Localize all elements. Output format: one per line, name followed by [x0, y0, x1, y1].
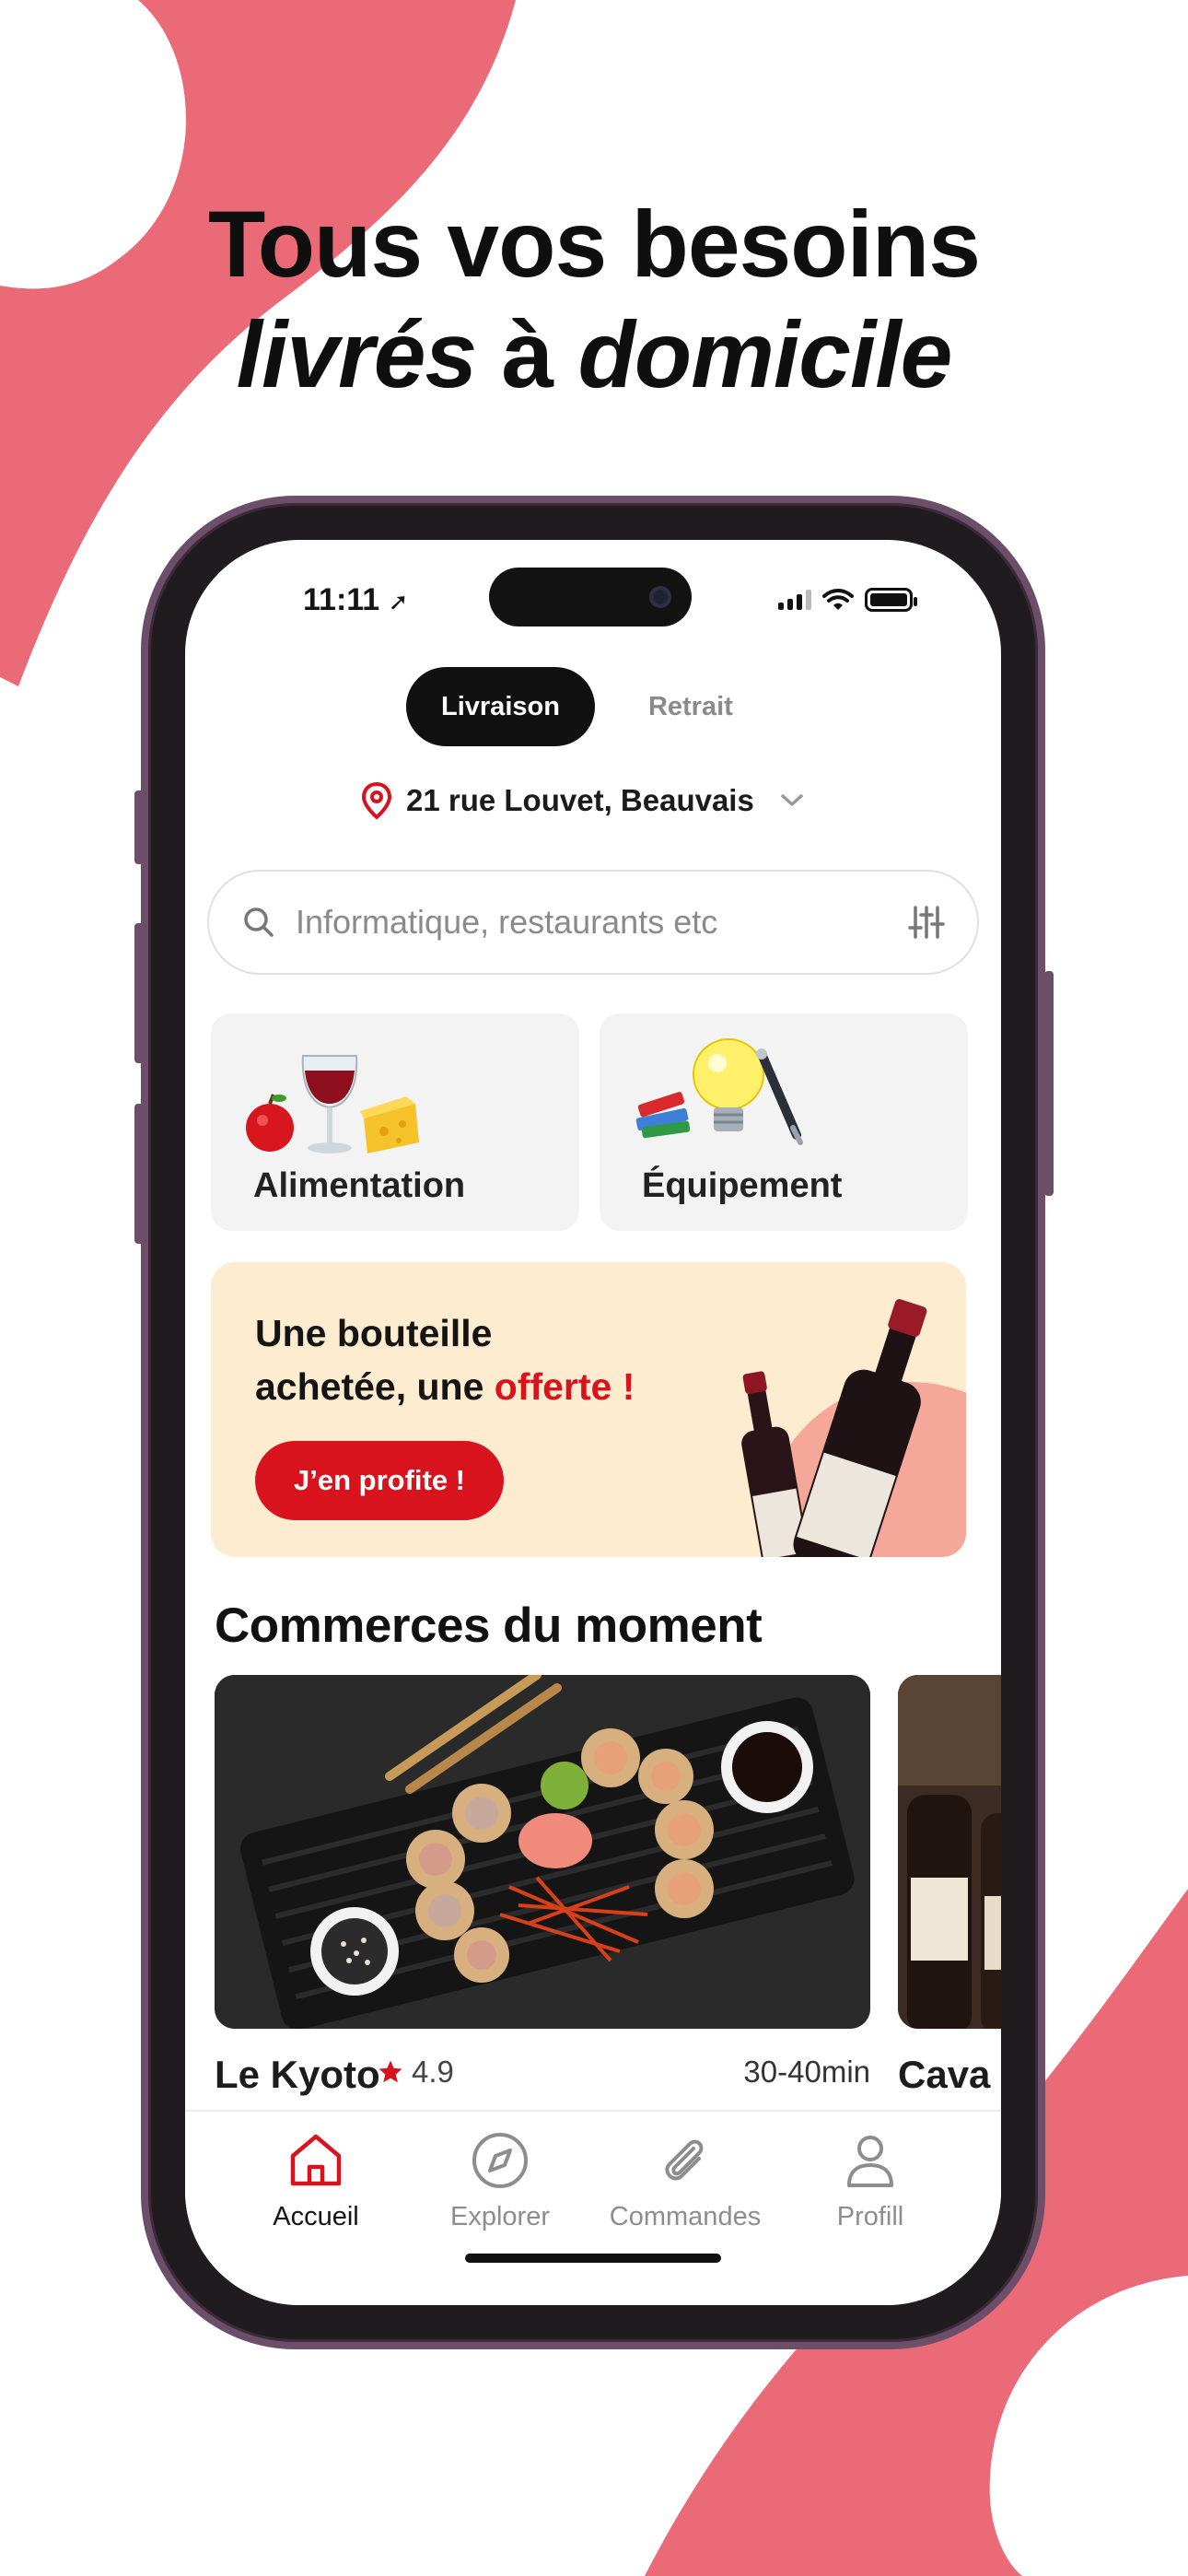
battery-icon — [865, 588, 917, 612]
promo-cta-button[interactable]: J’en profite ! — [255, 1441, 504, 1520]
address-text: 21 rue Louvet, Beauvais — [406, 783, 754, 817]
tab-label: Explorer — [450, 2202, 550, 2231]
promo-line-2: achetée, une — [255, 1365, 495, 1408]
promo-offerte: offerte ! — [494, 1365, 635, 1408]
headline-line-1: Tous vos besoins — [208, 192, 981, 297]
headline-domicile: domicile — [577, 302, 953, 407]
tab-label: Commandes — [609, 2202, 762, 2231]
compass-icon — [472, 2133, 528, 2188]
home-icon — [290, 2134, 342, 2186]
camera-icon — [649, 586, 671, 608]
headline-livres: livrés — [236, 302, 478, 407]
delivery-mode-toggle: Livraison Retrait — [406, 667, 768, 746]
phone-side-button — [134, 923, 144, 1063]
marketing-headline: Tous vos besoins livrés à domicile — [0, 189, 1188, 410]
toggle-retrait[interactable]: Retrait — [613, 667, 768, 746]
headline-line-2: livrés à domicile — [0, 299, 1188, 410]
search-bar[interactable]: Informatique, restaurants etc — [207, 870, 979, 975]
books-bulb-pen-icon — [635, 1038, 803, 1145]
star-icon — [379, 2060, 402, 2083]
chevron-down-icon — [781, 794, 803, 806]
address-selector[interactable]: 21 rue Louvet, Beauvais — [360, 781, 806, 820]
app-screen: 11:11 ➚ Livraison Retrait 21 rue Louvet,… — [185, 540, 1001, 2305]
category-alimentation[interactable]: Alimentation — [211, 1013, 579, 1231]
location-pin-icon — [361, 781, 392, 820]
dynamic-island — [489, 568, 692, 626]
wine-bottles-image — [898, 1675, 1001, 2029]
phone-side-button — [1044, 971, 1054, 1196]
tab-explorer[interactable]: Explorer — [408, 2128, 592, 2232]
phone-side-button — [134, 790, 144, 864]
bottom-tab-bar: Accueil Explorer Commandes Profill — [185, 2110, 1001, 2305]
sushi-plate-image — [215, 1675, 870, 2029]
user-icon — [847, 2136, 893, 2187]
food-wine-cheese-icon — [246, 1055, 419, 1153]
phone-side-button — [134, 1104, 144, 1244]
promo-text: Une bouteille achetée, une offerte ! — [255, 1306, 635, 1413]
home-indicator[interactable] — [465, 2254, 721, 2263]
shop-card-image[interactable] — [898, 1675, 1001, 2029]
promo-line-1: Une bouteille — [255, 1312, 493, 1354]
tab-profil[interactable]: Profill — [778, 2128, 962, 2232]
tab-label: Accueil — [273, 2202, 359, 2231]
shop-card-image[interactable] — [215, 1675, 870, 2029]
wine-bottles-illustration — [741, 1299, 966, 1557]
shop-rating: 4.9 — [377, 2055, 454, 2090]
status-time-text: 11:11 — [303, 582, 380, 617]
rating-value: 4.9 — [412, 2055, 454, 2089]
tab-commandes[interactable]: Commandes — [593, 2128, 777, 2232]
tab-accueil[interactable]: Accueil — [224, 2128, 408, 2232]
wifi-icon — [822, 589, 854, 610]
sliders-icon[interactable] — [907, 904, 946, 941]
paperclip-icon — [665, 2139, 704, 2181]
category-label: Équipement — [642, 1166, 843, 1205]
status-time: 11:11 ➚ — [303, 582, 408, 618]
headline-a: à — [476, 302, 578, 407]
category-equipement[interactable]: Équipement — [600, 1013, 968, 1231]
search-icon — [244, 907, 274, 937]
toggle-livraison[interactable]: Livraison — [406, 667, 595, 746]
shop-name[interactable]: Le Kyoto — [215, 2053, 380, 2097]
section-title: Commerces du moment — [215, 1598, 763, 1653]
shop-name[interactable]: Cava — [898, 2053, 990, 2097]
category-label: Alimentation — [253, 1166, 466, 1205]
search-placeholder: Informatique, restaurants etc — [296, 903, 718, 941]
tab-label: Profill — [836, 2202, 904, 2231]
promo-banner[interactable]: Une bouteille achetée, une offerte ! J’e… — [211, 1262, 966, 1557]
status-icons — [778, 588, 917, 612]
delivery-time: 30-40min — [743, 2055, 870, 2089]
cellular-signal-icon — [778, 590, 811, 610]
location-arrow-icon: ➚ — [388, 588, 409, 615]
